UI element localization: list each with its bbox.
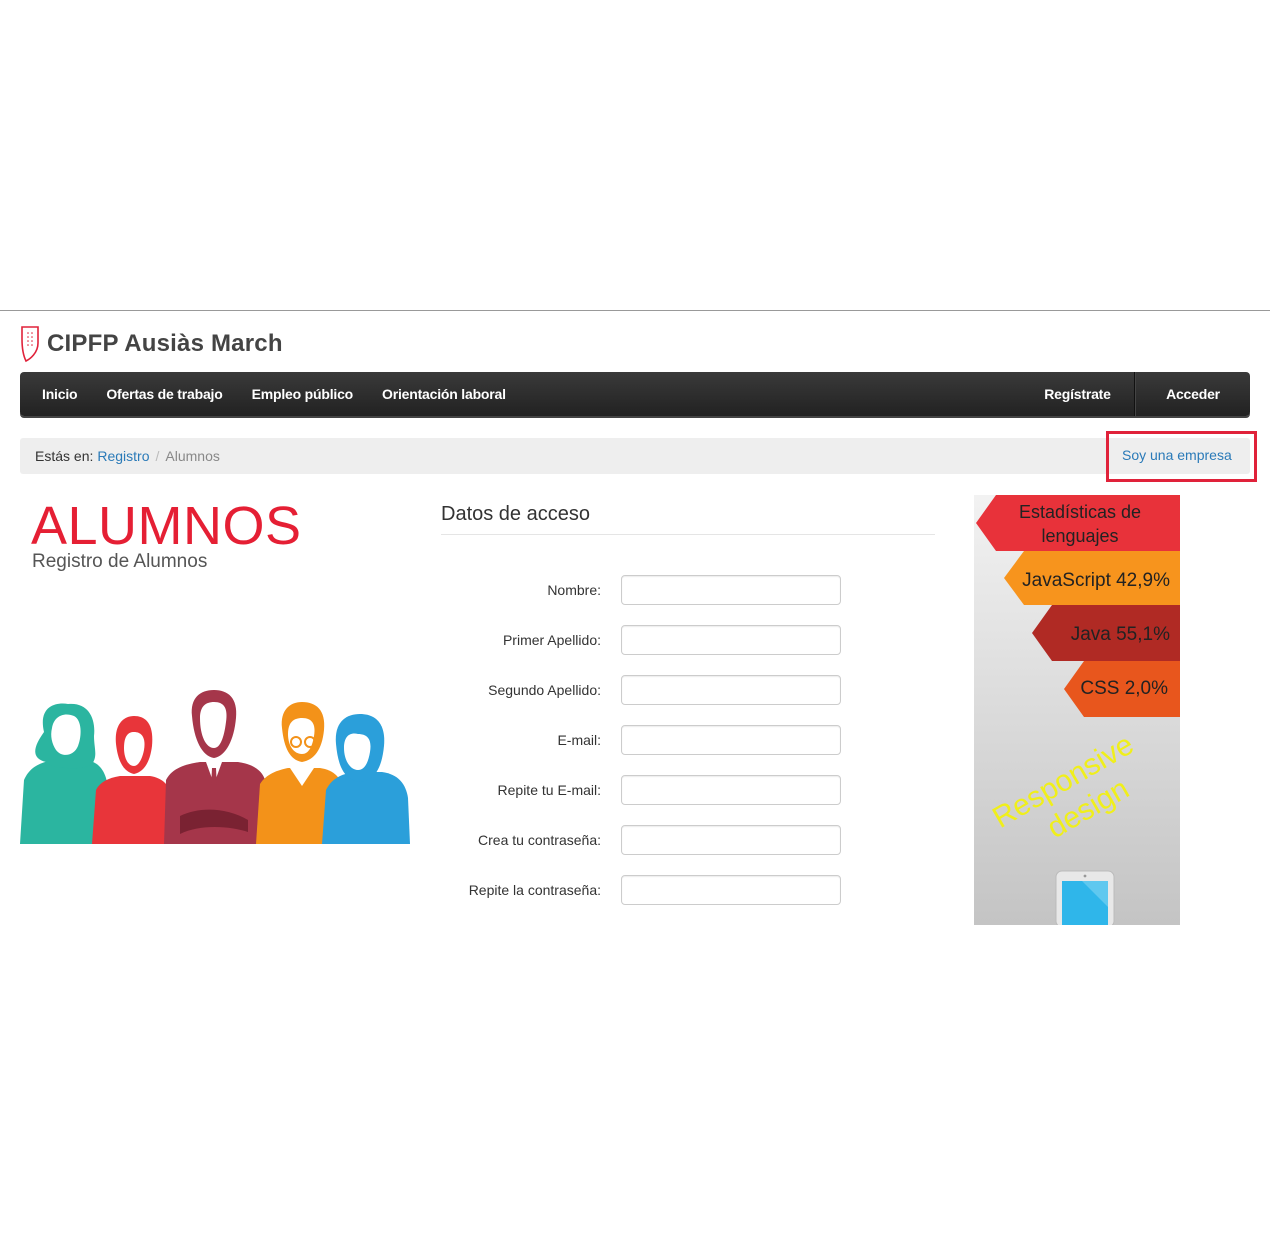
hero-subtitle: Registro de Alumnos	[32, 551, 208, 572]
label-nombre: Nombre:	[547, 582, 601, 598]
banner-heading-line1: Estadísticas de	[1019, 502, 1141, 522]
person-maroon	[164, 690, 268, 844]
nav-left-group: Inicio Ofertas de trabajo Empleo público…	[42, 372, 535, 416]
form-title-divider	[441, 534, 935, 535]
label-repeat-email: Repite tu E-mail:	[497, 782, 601, 798]
breadcrumb-prefix: Estás en:	[35, 448, 94, 464]
top-divider	[0, 310, 1270, 311]
nav-register-button[interactable]: Regístrate	[1021, 372, 1135, 416]
breadcrumb-link-registro[interactable]: Registro	[97, 448, 149, 464]
shield-logo-icon	[21, 326, 39, 363]
stat-label-css: CSS 2,0%	[1080, 678, 1168, 699]
language-stats-banner[interactable]: Estadísticas de lenguajes JavaScript 42,…	[974, 495, 1180, 925]
password-input[interactable]	[621, 825, 841, 855]
label-email: E-mail:	[557, 732, 601, 748]
brand-name[interactable]: CIPFP Ausiàs March	[47, 330, 283, 358]
form-row-nombre: Nombre:	[441, 575, 841, 605]
segundo-apellido-input[interactable]	[621, 675, 841, 705]
form-row-segundo-apellido: Segundo Apellido:	[441, 675, 841, 705]
label-password: Crea tu contraseña:	[478, 832, 601, 848]
email-input[interactable]	[621, 725, 841, 755]
form-title: Datos de acceso	[441, 503, 590, 525]
breadcrumb: Estás en: Registro / Alumnos	[20, 438, 1250, 474]
breadcrumb-current: Alumnos	[165, 448, 220, 464]
form-row-repeat-password: Repite la contraseña:	[441, 875, 841, 905]
breadcrumb-trail: Estás en: Registro / Alumnos	[35, 438, 220, 474]
label-segundo-apellido: Segundo Apellido:	[488, 682, 601, 698]
banner-heading-line2: lenguajes	[1041, 526, 1118, 546]
primer-apellido-input[interactable]	[621, 625, 841, 655]
nav-item-ofertas-trabajo[interactable]: Ofertas de trabajo	[106, 386, 222, 402]
person-blue	[322, 714, 410, 844]
nav-item-empleo-publico[interactable]: Empleo público	[252, 386, 354, 402]
hero-title: ALUMNOS	[31, 496, 302, 556]
form-row-password: Crea tu contraseña:	[441, 825, 841, 855]
site-brand[interactable]: CIPFP Ausiàs March	[20, 324, 283, 364]
nav-login-button[interactable]: Acceder	[1135, 372, 1250, 416]
repeat-password-input[interactable]	[621, 875, 841, 905]
repeat-email-input[interactable]	[621, 775, 841, 805]
nav-item-inicio[interactable]: Inicio	[42, 386, 78, 402]
label-primer-apellido: Primer Apellido:	[502, 632, 601, 648]
breadcrumb-separator: /	[155, 448, 160, 464]
stat-label-java: Java 55,1%	[1071, 624, 1170, 645]
form-row-primer-apellido: Primer Apellido:	[441, 625, 841, 655]
tablet-icon	[1055, 870, 1115, 925]
nav-right-group: Regístrate Acceder	[1021, 372, 1250, 416]
nombre-input[interactable]	[621, 575, 841, 605]
main-navbar: Inicio Ofertas de trabajo Empleo público…	[20, 372, 1250, 416]
stat-label-javascript: JavaScript 42,9%	[1022, 570, 1170, 591]
students-illustration	[20, 690, 410, 844]
company-link[interactable]: Soy una empresa	[1122, 447, 1232, 463]
form-row-email: E-mail:	[441, 725, 841, 755]
label-repeat-password: Repite la contraseña:	[468, 882, 601, 898]
nav-item-orientacion-laboral[interactable]: Orientación laboral	[382, 386, 506, 402]
form-row-repeat-email: Repite tu E-mail:	[441, 775, 841, 805]
